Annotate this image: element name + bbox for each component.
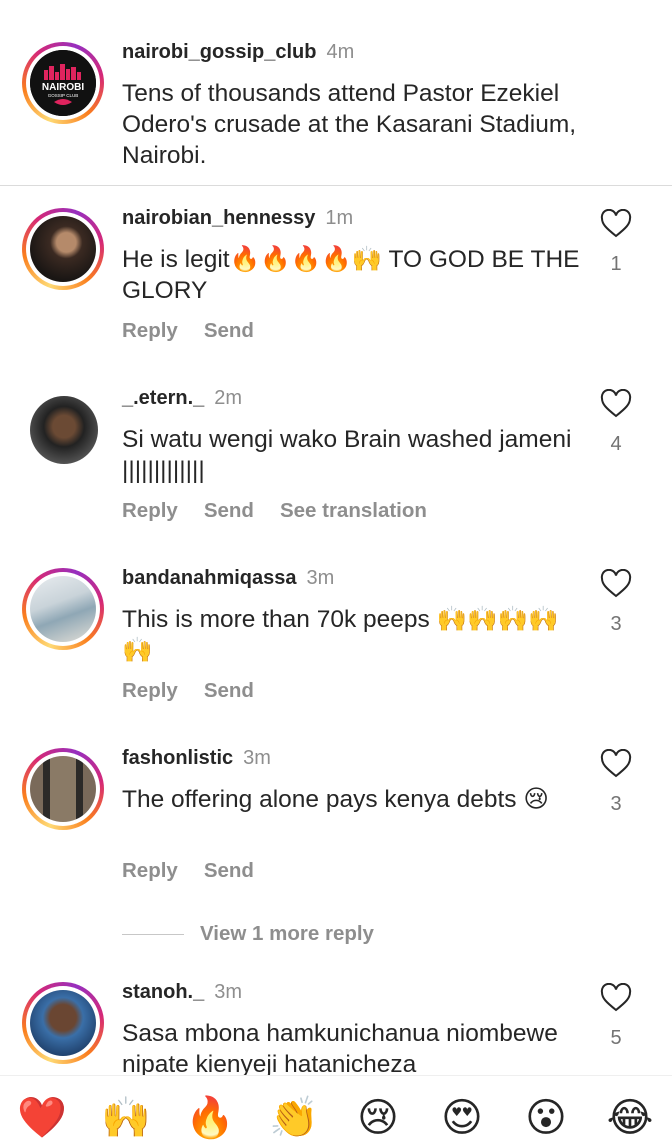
emoji-raised-hands-button[interactable]: 🙌 bbox=[96, 1092, 156, 1144]
heart-outline-icon[interactable] bbox=[600, 569, 632, 599]
reply-button[interactable]: Reply bbox=[122, 499, 178, 522]
reply-button[interactable]: Reply bbox=[122, 679, 178, 702]
timestamp: 3m bbox=[214, 981, 243, 1003]
heart-outline-icon[interactable] bbox=[600, 983, 632, 1013]
username[interactable]: nairobian_hennessy bbox=[122, 207, 315, 229]
avatar-ring[interactable] bbox=[22, 208, 104, 290]
emoji-clap-button[interactable]: 👏 bbox=[264, 1092, 324, 1144]
username[interactable]: stanoh._ bbox=[122, 981, 204, 1003]
like-count: 1 bbox=[610, 253, 622, 275]
username[interactable]: fashonlistic bbox=[122, 747, 233, 769]
avatar bbox=[30, 756, 96, 822]
emoji-reaction-bar: ❤️ 🙌 🔥 👏 😢 😍 😮 😂 bbox=[0, 1075, 672, 1144]
username[interactable]: _.etern._ bbox=[122, 387, 204, 409]
comment-text: Sasa mbona hamkunichanua niombewe nipate… bbox=[122, 1020, 558, 1078]
avatar bbox=[30, 576, 96, 642]
avatar-ring[interactable] bbox=[22, 748, 104, 830]
reply-button[interactable]: Reply bbox=[122, 859, 178, 882]
caption-username-row: nairobi_gossip_club 4m bbox=[122, 41, 354, 64]
comment-actions: Reply Send bbox=[122, 859, 280, 883]
avatar-ring[interactable] bbox=[22, 568, 104, 650]
see-translation-button[interactable]: See translation bbox=[280, 499, 427, 522]
like-count: 5 bbox=[610, 1027, 622, 1049]
divider-line bbox=[122, 934, 184, 936]
comment-text: The offering alone pays kenya debts 😢 bbox=[122, 786, 549, 813]
timestamp: 3m bbox=[243, 747, 271, 769]
emoji-heart-button[interactable]: ❤️ bbox=[12, 1092, 72, 1144]
comment-username-row: bandanahmiqassa 3m bbox=[122, 567, 334, 590]
send-button[interactable]: Send bbox=[204, 859, 254, 882]
caption-text: Tens of thousands attend Pastor Ezekiel … bbox=[122, 80, 577, 169]
view-more-replies-button[interactable]: View 1 more reply bbox=[122, 922, 374, 946]
caption-avatar-ring[interactable]: NAIROBI GOSSIP CLUB bbox=[22, 42, 104, 124]
avatar: NAIROBI GOSSIP CLUB bbox=[30, 50, 96, 116]
timestamp: 2m bbox=[214, 387, 243, 409]
comment-text: This is more than 70k peeps 🙌🙌🙌🙌🙌 bbox=[122, 606, 559, 664]
like-count: 3 bbox=[610, 793, 622, 815]
heart-outline-icon[interactable] bbox=[600, 749, 632, 779]
nairobi-gossip-club-logo: NAIROBI GOSSIP CLUB bbox=[30, 50, 96, 116]
send-button[interactable]: Send bbox=[204, 499, 254, 522]
heart-outline-icon[interactable] bbox=[600, 389, 632, 419]
timestamp: 3m bbox=[306, 567, 335, 589]
svg-text:GOSSIP CLUB: GOSSIP CLUB bbox=[48, 93, 78, 98]
username[interactable]: nairobi_gossip_club bbox=[122, 41, 316, 63]
emoji-heart-eyes-button[interactable]: 😍 bbox=[432, 1092, 492, 1144]
post-caption: NAIROBI GOSSIP CLUB nairobi_gossip_club 4… bbox=[0, 0, 672, 186]
avatar bbox=[30, 216, 96, 282]
send-button[interactable]: Send bbox=[204, 679, 254, 702]
avatar[interactable] bbox=[30, 396, 98, 464]
comment-username-row: _.etern._ 2m bbox=[122, 387, 242, 410]
svg-text:NAIROBI: NAIROBI bbox=[42, 82, 84, 93]
comment-text: He is legit🔥🔥🔥🔥🙌 TO GOD BE THE GLORY bbox=[122, 246, 580, 304]
emoji-fire-button[interactable]: 🔥 bbox=[180, 1092, 240, 1144]
comment-username-row: nairobian_hennessy 1m bbox=[122, 207, 353, 230]
divider bbox=[0, 185, 672, 186]
comment-actions: Reply Send See translation bbox=[122, 499, 453, 523]
comment-username-row: stanoh._ 3m bbox=[122, 981, 242, 1004]
like-count: 4 bbox=[610, 433, 622, 455]
comment-actions: Reply Send bbox=[122, 679, 280, 703]
comment-username-row: fashonlistic 3m bbox=[122, 747, 271, 770]
avatar bbox=[30, 990, 96, 1056]
view-more-replies-label: View 1 more reply bbox=[200, 922, 374, 945]
emoji-surprised-button[interactable]: 😮 bbox=[516, 1092, 576, 1144]
heart-outline-icon[interactable] bbox=[600, 209, 632, 239]
comment-actions: Reply Send bbox=[122, 319, 280, 343]
like-count: 3 bbox=[610, 613, 622, 635]
reply-button[interactable]: Reply bbox=[122, 319, 178, 342]
send-button[interactable]: Send bbox=[204, 319, 254, 342]
emoji-laughing-button[interactable]: 😂 bbox=[600, 1092, 660, 1144]
avatar-ring[interactable] bbox=[22, 982, 104, 1064]
username[interactable]: bandanahmiqassa bbox=[122, 567, 297, 589]
timestamp: 4m bbox=[326, 41, 355, 63]
timestamp: 1m bbox=[325, 207, 354, 229]
emoji-crying-button[interactable]: 😢 bbox=[348, 1092, 408, 1144]
comment-text: Si watu wengi wako Brain washed jameni |… bbox=[122, 426, 572, 484]
